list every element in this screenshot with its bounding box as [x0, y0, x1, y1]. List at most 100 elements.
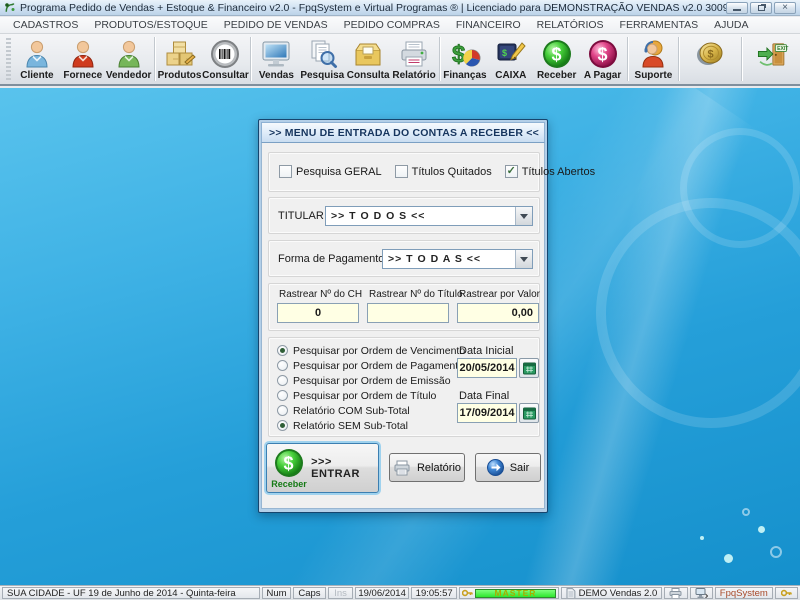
status-date: 19/06/2014: [355, 587, 409, 599]
entrar-button-caption: Receber: [271, 479, 307, 489]
toolbar-separator: [439, 37, 440, 81]
toolbar-label: Vendedor: [106, 70, 152, 81]
menu-ferramentas[interactable]: FERRAMENTAS: [613, 18, 706, 32]
data-inicial-field[interactable]: 20/05/2014: [457, 358, 517, 378]
contas-a-receber-dialog: >> MENU DE ENTRADA DO CONTAS A RECEBER <…: [258, 119, 548, 513]
data-inicial-label: Data Inicial: [459, 345, 513, 357]
checkbox-titulos-abertos[interactable]: ✓ Títulos Abertos: [505, 165, 595, 178]
sair-button-label: Sair: [510, 462, 530, 474]
relatorio-button-label: Relatório: [417, 462, 461, 474]
entrar-button[interactable]: $ Receber >>> ENTRAR: [266, 443, 379, 493]
data-inicial-calendar-button[interactable]: [519, 358, 539, 378]
checkbox-box: ✓: [395, 165, 408, 178]
toolbar-button-moeda[interactable]: $: [681, 35, 739, 83]
calendar-icon: [523, 362, 536, 375]
radio-circle: [277, 345, 288, 356]
dropdown-button[interactable]: [515, 250, 532, 268]
radio-ordem-emissao[interactable]: Pesquisar por Ordem de Emissão: [277, 373, 465, 388]
status-printer-button[interactable]: [664, 587, 687, 599]
toolbar-separator: [154, 37, 155, 81]
menu-pedido-compras[interactable]: PEDIDO COMPRAS: [337, 18, 447, 32]
toolbar-separator: [250, 37, 251, 81]
toolbar-button-vendas[interactable]: Vendas: [253, 35, 299, 83]
rastrear-titulo-field[interactable]: [367, 303, 449, 323]
sair-button[interactable]: Sair: [475, 453, 541, 482]
status-key-button[interactable]: [775, 587, 798, 599]
rastrear-ch-field[interactable]: 0: [277, 303, 359, 323]
toolbar-button-pesquisa[interactable]: Pesquisa: [299, 35, 345, 83]
toolbar-button-caixa[interactable]: $ CAIXA: [488, 35, 534, 83]
menu-ajuda[interactable]: AJUDA: [707, 18, 755, 32]
toolbar-button-a-pagar[interactable]: $ A Pagar: [580, 35, 626, 83]
forma-pagamento-combobox[interactable]: >> T O D A S <<: [382, 249, 533, 269]
radio-label: Pesquisar por Ordem de Vencimento: [293, 345, 465, 357]
checkbox-pesquisa-geral[interactable]: ✓ Pesquisa GERAL: [279, 165, 382, 178]
key-icon: [462, 588, 473, 598]
toolbar-button-relatorio[interactable]: Relatório: [391, 35, 437, 83]
rastrear-valor-field[interactable]: 0,00: [457, 303, 539, 323]
radio-circle: [277, 420, 288, 431]
radio-ordem-vencimento[interactable]: Pesquisar por Ordem de Vencimento: [277, 343, 465, 358]
rastrear-valor-value: 0,00: [512, 307, 533, 319]
application-window: Programa Pedido de Vendas + Estoque & Fi…: [0, 0, 800, 600]
menu-produtos-estoque[interactable]: PRODUTOS/ESTOQUE: [87, 18, 214, 32]
svg-text:$: $: [708, 48, 714, 60]
salesperson-icon: [112, 37, 146, 70]
toolbar-button-exit[interactable]: EXIT: [744, 35, 800, 83]
menu-financeiro[interactable]: FINANCEIRO: [449, 18, 528, 32]
toolbar-button-consulta[interactable]: Consulta: [345, 35, 391, 83]
printer-icon: [669, 588, 682, 599]
status-user: MASTER: [459, 587, 558, 599]
radio-ordem-pagamento[interactable]: Pesquisar por Ordem de Pagamento: [277, 358, 465, 373]
toolbar-separator: [741, 37, 742, 81]
close-icon: ×: [782, 2, 788, 13]
toolbar-separator: [678, 37, 679, 81]
toolbar-label: Pesquisa: [300, 70, 344, 81]
data-final-calendar-button[interactable]: [519, 403, 539, 423]
toolbar-button-cliente[interactable]: Cliente: [14, 35, 60, 83]
toolbar-label: Relatório: [392, 70, 435, 81]
dialog-title: >> MENU DE ENTRADA DO CONTAS A RECEBER <…: [269, 127, 539, 139]
forma-pagamento-label: Forma de Pagamento: [278, 253, 384, 265]
restore-button[interactable]: [750, 2, 772, 14]
menu-cadastros[interactable]: CADASTROS: [6, 18, 85, 32]
menu-relatorios[interactable]: RELATÓRIOS: [530, 18, 611, 32]
menu-pedido-de-vendas[interactable]: PEDIDO DE VENDAS: [217, 18, 335, 32]
radio-ordem-titulo[interactable]: Pesquisar por Ordem de Título: [277, 388, 465, 403]
svg-text:EXIT: EXIT: [777, 46, 789, 52]
data-inicial-value: 20/05/2014: [459, 362, 514, 374]
radio-relatorio-sem-subtotal[interactable]: Relatório SEM Sub-Total: [277, 418, 465, 433]
close-button[interactable]: ×: [774, 2, 796, 14]
checkbox-label: Pesquisa GERAL: [296, 166, 382, 178]
toolbar-label: Finanças: [443, 70, 486, 81]
titular-value: >> T O D O S <<: [326, 210, 515, 222]
entrar-button-label: >>> ENTRAR: [311, 456, 374, 480]
product-boxes-icon: [163, 37, 197, 70]
toolbar-button-consultar[interactable]: Consultar: [202, 35, 248, 83]
relatorio-button[interactable]: Relatório: [389, 453, 465, 482]
status-network-button[interactable]: [690, 587, 713, 599]
radio-circle: [277, 390, 288, 401]
toolbar-button-financas[interactable]: $ Finanças: [442, 35, 488, 83]
toolbar-button-fornece[interactable]: Fornece: [60, 35, 106, 83]
printer-icon: [397, 37, 431, 70]
data-final-value: 17/09/2014: [459, 407, 514, 419]
status-user-badge: MASTER: [475, 589, 555, 598]
radio-label: Relatório SEM Sub-Total: [293, 420, 408, 432]
radio-relatorio-com-subtotal[interactable]: Relatório COM Sub-Total: [277, 403, 465, 418]
titular-combobox[interactable]: >> T O D O S <<: [325, 206, 533, 226]
dialog-titlebar[interactable]: >> MENU DE ENTRADA DO CONTAS A RECEBER <…: [261, 122, 545, 143]
receive-dollar-orb-icon: $: [540, 37, 574, 70]
data-final-field[interactable]: 17/09/2014: [457, 403, 517, 423]
toolbar-button-vendedor[interactable]: Vendedor: [106, 35, 152, 83]
minimize-button[interactable]: [726, 2, 748, 14]
dropdown-button[interactable]: [515, 207, 532, 225]
toolbar-button-suporte[interactable]: Suporte: [630, 35, 676, 83]
toolbar-button-produtos[interactable]: Produtos: [157, 35, 203, 83]
checkbox-label: Títulos Abertos: [522, 166, 595, 178]
checkbox-titulos-quitados[interactable]: ✓ Títulos Quitados: [395, 165, 492, 178]
status-insert: Ins: [328, 587, 353, 599]
calendar-icon: [523, 407, 536, 420]
toolbar-button-receber[interactable]: $ Receber: [534, 35, 580, 83]
decorative-dot: [758, 526, 765, 533]
